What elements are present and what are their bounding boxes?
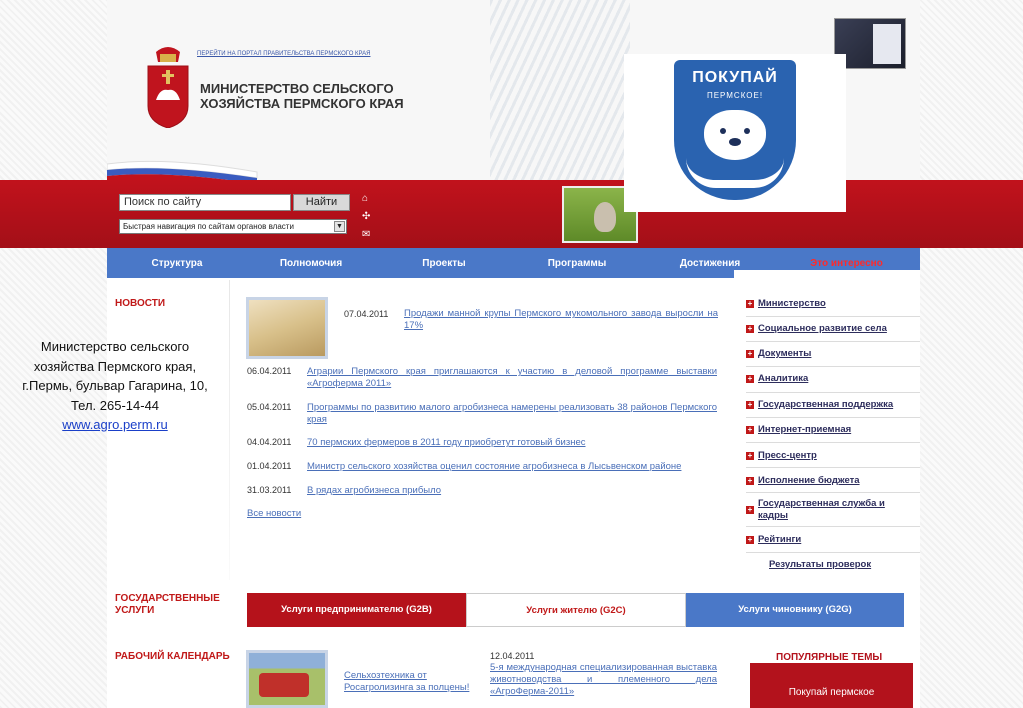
plus-icon: + — [746, 505, 754, 514]
mail-icon[interactable]: ✉ — [362, 230, 370, 240]
all-news-link[interactable]: Все новости — [247, 508, 367, 520]
plus-icon: + — [746, 399, 754, 409]
menu-item-documents[interactable]: + Документы — [746, 342, 920, 367]
popular-buy-perm-button[interactable]: Покупай пермское — [750, 663, 913, 708]
plus-icon: + — [746, 450, 754, 460]
search-button[interactable]: Найти — [293, 194, 350, 211]
sitemap-icon[interactable]: ✣ — [362, 212, 370, 222]
news-link[interactable]: В рядах агробизнеса прибыло — [307, 485, 717, 497]
gov-services-title: ГОСУДАРСТВЕННЫЕ УСЛУГИ — [115, 593, 220, 616]
calendar-title: РАБОЧИЙ КАЛЕНДАРЬ — [115, 651, 230, 662]
nav-projects[interactable]: Проекты — [375, 258, 513, 269]
news-link[interactable]: Продажи манной крупы Пермского мукомольн… — [404, 308, 718, 332]
menu-item-ministry[interactable]: + Министерство — [746, 292, 920, 317]
news-link[interactable]: 70 пермских фермеров в 2011 году приобре… — [307, 437, 717, 449]
tractor-thumbnail[interactable] — [246, 650, 328, 708]
government-portal-link[interactable]: ПЕРЕЙТИ НА ПОРТАЛ ПРАВИТЕЛЬСТВА ПЕРМСКОГ… — [197, 51, 370, 57]
news-link[interactable]: Аграрии Пермского края приглашаются к уч… — [307, 366, 717, 390]
news-date: 31.03.2011 — [247, 485, 292, 495]
right-background — [920, 0, 1023, 708]
news-date: 04.04.2011 — [247, 437, 292, 447]
header-red-band — [0, 180, 1023, 248]
nav-structure[interactable]: Структура — [107, 258, 247, 269]
menu-item-reception[interactable]: + Интернет-приемная — [746, 418, 920, 443]
nav-powers[interactable]: Полномочия — [247, 258, 375, 269]
calendar-date: 12.04.2011 — [490, 651, 535, 661]
news-section-title: НОВОСТИ — [115, 298, 166, 309]
plus-icon: + — [746, 298, 754, 308]
plus-icon: + — [746, 534, 754, 544]
plus-icon: + — [746, 424, 754, 434]
plus-icon: + — [746, 475, 754, 485]
news-link[interactable]: Программы по развитию малого агробизнеса… — [307, 402, 717, 426]
search-input[interactable]: Поиск по сайту — [119, 194, 291, 211]
menu-item-analytics[interactable]: + Аналитика — [746, 367, 920, 393]
menu-item-state-support[interactable]: + Государственная поддержка — [746, 393, 920, 418]
page: ПЕРЕЙТИ НА ПОРТАЛ ПРАВИТЕЛЬСТВА ПЕРМСКОГ… — [0, 0, 1023, 708]
bear-icon — [704, 110, 766, 160]
contact-info: Министерство сельского хозяйства Пермско… — [22, 339, 208, 432]
plus-icon: + — [746, 348, 754, 358]
plus-icon: + — [746, 323, 754, 333]
dropdown-arrow-icon[interactable]: ▼ — [334, 221, 345, 232]
buy-perm-logo: ПОКУПАЙ ПЕРМСКОЕ! — [624, 54, 846, 212]
checks-results-link[interactable]: Результаты проверок — [746, 553, 920, 577]
services-g2b-button[interactable]: Услуги предпринимателю (G2B) — [247, 593, 466, 627]
coat-of-arms-icon — [147, 47, 189, 128]
calendar-link[interactable]: Сельхозтехника от Росагролизинга за полц… — [344, 670, 479, 694]
menu-item-rural-development[interactable]: + Социальное развитие села — [746, 317, 920, 342]
menu-item-budget[interactable]: + Исполнение бюджета — [746, 468, 920, 493]
news-link[interactable]: Министр сельского хозяйства оценил состо… — [307, 461, 717, 473]
buy-logo-subtitle: ПЕРМСКОЕ! — [706, 91, 764, 100]
home-icon[interactable]: ⌂ — [362, 194, 368, 204]
ministry-title: МИНИСТЕРСТВО СЕЛЬСКОГО ХОЗЯЙСТВА ПЕРМСКО… — [200, 81, 404, 111]
services-g2c-button[interactable]: Услуги жителю (G2C) — [466, 593, 686, 627]
header-decoration — [490, 0, 630, 180]
quick-nav-select[interactable]: Быстрая навигация по сайтам органов влас… — [119, 219, 347, 234]
plus-icon: + — [746, 373, 754, 383]
news-date: 07.04.2011 — [344, 309, 389, 319]
menu-item-civil-service[interactable]: + Государственная служба и кадры — [746, 493, 920, 527]
menu-item-ratings[interactable]: + Рейтинги — [746, 527, 920, 553]
calendar-event-link[interactable]: 5-я международная специализированная выс… — [490, 662, 717, 698]
buy-logo-title: ПОКУПАЙ — [692, 69, 778, 86]
services-g2g-button[interactable]: Услуги чиновнику (G2G) — [686, 593, 904, 627]
nav-achievements[interactable]: Достижения — [641, 258, 779, 269]
nav-interesting[interactable]: Это интересно — [779, 258, 914, 269]
news-date: 05.04.2011 — [247, 402, 292, 412]
news-date: 06.04.2011 — [247, 366, 292, 376]
news-date: 01.04.2011 — [247, 461, 292, 471]
menu-item-press-center[interactable]: + Пресс-центр — [746, 443, 920, 468]
website-link[interactable]: www.agro.perm.ru — [62, 417, 167, 432]
news-thumbnail[interactable] — [246, 297, 328, 359]
nav-programs[interactable]: Программы — [513, 258, 641, 269]
